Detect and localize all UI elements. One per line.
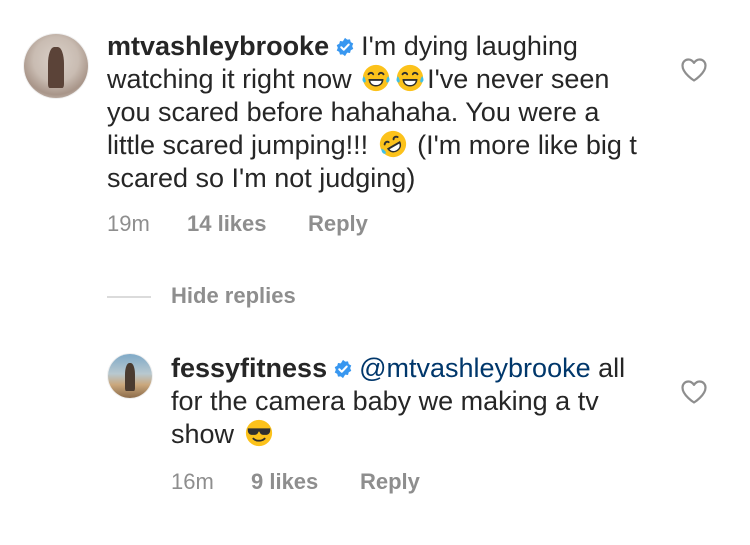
divider-line [107, 296, 151, 298]
smiling-face-with-sunglasses-emoji [245, 419, 272, 447]
timestamp: 19m [107, 211, 150, 236]
hide-replies-toggle[interactable]: Hide replies [107, 283, 407, 311]
likes-count[interactable]: 9 likes [251, 469, 318, 495]
reply-button[interactable]: Reply [360, 469, 420, 495]
mention-link[interactable]: @mtvashleybrooke [359, 353, 591, 383]
avatar[interactable] [24, 34, 88, 98]
reply-button[interactable]: Reply [308, 211, 368, 237]
like-heart-icon[interactable] [680, 379, 708, 405]
rolling-on-floor-laughing-emoji [379, 130, 406, 158]
username[interactable]: fessyfitness [171, 353, 327, 383]
timestamp: 16m [171, 469, 214, 494]
face-with-tears-of-joy-emoji [362, 64, 390, 92]
comment-body: mtvashleybrooke I'm dying laughing watchi… [107, 30, 647, 195]
like-heart-icon[interactable] [680, 57, 708, 83]
verified-badge-icon [334, 359, 352, 379]
avatar[interactable] [108, 354, 152, 398]
verified-badge-icon [336, 37, 354, 57]
hide-replies-label[interactable]: Hide replies [171, 283, 296, 309]
likes-count[interactable]: 14 likes [187, 211, 267, 237]
face-with-tears-of-joy-emoji [396, 64, 424, 92]
username[interactable]: mtvashleybrooke [107, 31, 329, 61]
comment-body: fessyfitness @mtvashleybrooke all for the… [171, 352, 651, 451]
